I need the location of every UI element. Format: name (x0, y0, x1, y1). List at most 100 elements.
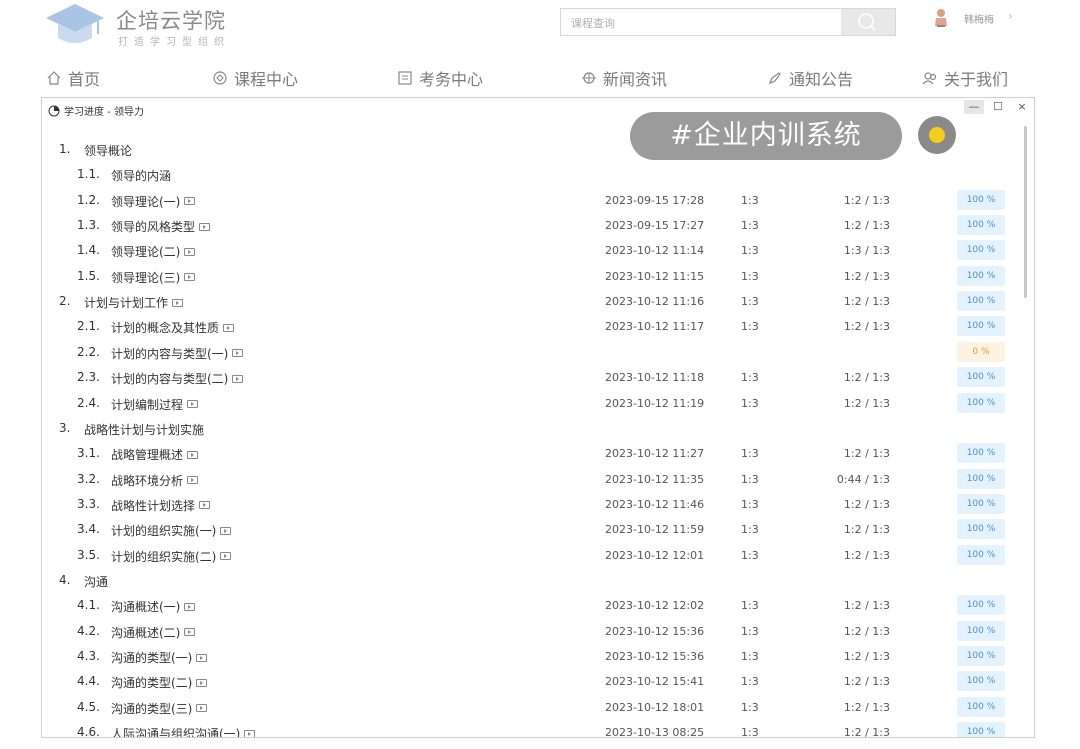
row-title-text: 沟通 (84, 574, 109, 589)
window-title-text: 学习进度 - 领导力 (64, 107, 144, 118)
row-title-text: 领导的内涵 (111, 169, 172, 184)
lesson-row[interactable]: 4.5. 沟通的类型(三) 2023-10-12 18:01 1:3 1:2 / 1:3… (42, 695, 1022, 720)
row-title[interactable]: 领导理论(二) (111, 243, 196, 260)
row-title[interactable]: 战略管理概述 (111, 446, 199, 463)
video-duration: 1:3 (741, 219, 759, 233)
row-title[interactable]: 沟通概述(一) (111, 598, 196, 615)
row-title-text: 计划编制过程 (111, 397, 184, 412)
minimize-button[interactable]: — (964, 100, 984, 114)
video-icon (220, 526, 232, 535)
user-name[interactable]: 韩梅梅 (964, 11, 994, 26)
lesson-row[interactable]: 4.3. 沟通的类型(一) 2023-10-12 15:36 1:3 1:2 / 1:3… (42, 644, 1022, 669)
lesson-row[interactable]: 2.3. 计划的内容与类型(二) 2023-10-12 11:18 1:3 1:2 / … (42, 365, 1022, 390)
lesson-row[interactable]: 3.2. 战略环境分析 2023-10-12 11:35 1:3 0:44 / 1:3 1… (42, 467, 1022, 492)
scrollbar-thumb[interactable] (1024, 126, 1027, 298)
row-number: 4.5. (77, 699, 100, 714)
row-title[interactable]: 计划的内容与类型(二) (111, 370, 244, 387)
row-title[interactable]: 战略性计划选择 (111, 497, 211, 514)
chapter-row[interactable]: 2. 计划与计划工作 2023-10-12 11:16 1:3 1:2 / 1:3 100… (42, 289, 1022, 314)
nav-news[interactable]: 新闻资讯 (581, 66, 667, 90)
row-title[interactable]: 领导的风格类型 (111, 218, 211, 235)
video-icon (220, 552, 232, 561)
lesson-row[interactable]: 4.1. 沟通概述(一) 2023-10-12 12:02 1:3 1:2 / 1:3 1… (42, 593, 1022, 618)
lesson-row[interactable]: 3.3. 战略性计划选择 2023-10-12 11:46 1:3 1:2 / 1:3 1… (42, 492, 1022, 517)
row-number: 3.3. (77, 496, 100, 511)
lesson-row[interactable]: 3.1. 战略管理概述 2023-10-12 11:27 1:3 1:2 / 1:3 10… (42, 441, 1022, 466)
watched-duration: 1:2 / 1:3 (843, 700, 890, 714)
video-duration: 1:3 (741, 675, 759, 689)
close-button[interactable]: × (1012, 100, 1032, 114)
lesson-row[interactable]: 1.3. 领导的风格类型 2023-09-15 17:27 1:3 1:2 / 1:3 1… (42, 213, 1022, 238)
last-study-time: 2023-10-12 11:15 (605, 269, 705, 283)
progress-badge: 100 % (957, 696, 1005, 717)
chapter-row[interactable]: 4. 沟通 (42, 568, 1022, 593)
lesson-row[interactable]: 3.4. 计划的组织实施(一) 2023-10-12 11:59 1:3 1:2 / 1… (42, 517, 1022, 542)
row-title[interactable]: 沟通 (84, 573, 108, 590)
row-title[interactable]: 领导概论 (84, 142, 132, 159)
row-number: 2.3. (77, 370, 100, 385)
row-title-text: 计划的概念及其性质 (111, 321, 220, 336)
row-title-text: 计划与计划工作 (84, 296, 169, 311)
row-title[interactable]: 计划的组织实施(一) (111, 522, 232, 539)
lesson-row[interactable]: 2.1. 计划的概念及其性质 2023-10-12 11:17 1:3 1:2 / 1:… (42, 314, 1022, 339)
lesson-row[interactable]: 1.5. 领导理论(三) 2023-10-12 11:15 1:3 1:2 / 1:3 1… (42, 264, 1022, 289)
brand-name[interactable]: 企培云学院 (116, 5, 226, 35)
row-number: 4.3. (77, 649, 100, 663)
last-study-time: 2023-10-12 11:18 (605, 371, 705, 385)
maximize-button[interactable]: ☐ (988, 100, 1008, 114)
row-number: 2.1. (77, 319, 100, 334)
lesson-row[interactable]: 1.4. 领导理论(二) 2023-10-12 11:14 1:3 1:3 / 1:3 1… (42, 238, 1022, 263)
lesson-row[interactable]: 1.2. 领导理论(一) 2023-09-15 17:28 1:3 1:2 / 1:3 1… (42, 188, 1022, 213)
row-title-text: 战略性计划与计划实施 (84, 422, 205, 437)
last-study-time: 2023-10-12 11:27 (605, 447, 705, 461)
row-title[interactable]: 沟通的类型(二) (111, 674, 208, 691)
video-icon (187, 476, 199, 485)
video-duration: 1:3 (741, 320, 759, 334)
row-title[interactable]: 沟通的类型(一) (111, 649, 208, 666)
nav-exams[interactable]: 考务中心 (397, 66, 483, 90)
nav-home[interactable]: 首页 (46, 66, 100, 90)
last-study-time: 2023-10-12 15:36 (605, 650, 705, 663)
brand-slogan: 打造学习型组织 (118, 37, 230, 48)
video-duration: 1:3 (741, 700, 759, 714)
row-title[interactable]: 计划编制过程 (111, 396, 199, 413)
video-duration: 1:3 (741, 295, 759, 309)
row-title[interactable]: 领导理论(一) (111, 193, 196, 210)
row-title[interactable]: 计划的内容与类型(一) (111, 345, 244, 362)
chapter-row[interactable]: 1. 领导概论 (42, 137, 1022, 162)
video-icon (184, 602, 196, 611)
row-title[interactable]: 计划的概念及其性质 (111, 319, 235, 336)
row-title[interactable]: 战略环境分析 (111, 472, 199, 489)
row-title[interactable]: 计划的组织实施(二) (111, 548, 232, 565)
row-title[interactable]: 战略性计划与计划实施 (84, 421, 204, 438)
row-title[interactable]: 人际沟通与组织沟通(一) (111, 725, 256, 737)
lesson-row[interactable]: 2.2. 计划的内容与类型(一) 0 % (42, 340, 1022, 365)
lesson-row[interactable]: 2.4. 计划编制过程 2023-10-12 11:19 1:3 1:2 / 1:3 10… (42, 391, 1022, 416)
watched-duration: 1:2 / 1:3 (843, 624, 890, 638)
video-icon (196, 678, 208, 687)
search-button[interactable] (841, 9, 895, 35)
nav-about[interactable]: 关于我们 (922, 66, 1008, 90)
search-input[interactable] (561, 9, 853, 37)
row-number: 1. (59, 142, 71, 156)
video-icon (184, 197, 196, 206)
row-number: 3.5. (77, 547, 100, 562)
lesson-row[interactable]: 3.5. 计划的组织实施(二) 2023-10-12 12:01 1:3 1:2 / 1… (42, 543, 1022, 568)
nav-courses[interactable]: 课程中心 (212, 66, 298, 90)
lesson-row[interactable]: 4.2. 沟通概述(二) 2023-10-12 15:36 1:3 1:2 / 1:3 1… (42, 619, 1022, 644)
row-title[interactable]: 领导的内涵 (111, 167, 171, 184)
nav-label: 通知公告 (789, 70, 854, 89)
pie-chart-icon (48, 105, 60, 116)
row-title[interactable]: 计划与计划工作 (84, 294, 184, 311)
lesson-row[interactable]: 4.6. 人际沟通与组织沟通(一) 2023-10-13 08:25 1:3 1:2 /… (42, 720, 1022, 738)
lesson-row[interactable]: 1.1. 领导的内涵 (42, 162, 1022, 187)
row-title[interactable]: 沟通的类型(三) (111, 700, 208, 717)
chapter-row[interactable]: 3. 战略性计划与计划实施 (42, 416, 1022, 441)
lesson-row[interactable]: 4.4. 沟通的类型(二) 2023-10-12 15:41 1:3 1:2 / 1:3… (42, 669, 1022, 694)
video-duration: 1:3 (741, 726, 759, 738)
graduation-cap-logo-icon[interactable] (44, 2, 106, 48)
chevron-right-icon[interactable]: › (1008, 9, 1013, 23)
row-title[interactable]: 领导理论(三) (111, 269, 196, 286)
row-title[interactable]: 沟通概述(二) (111, 624, 196, 641)
nav-notices[interactable]: 通知公告 (767, 66, 853, 90)
